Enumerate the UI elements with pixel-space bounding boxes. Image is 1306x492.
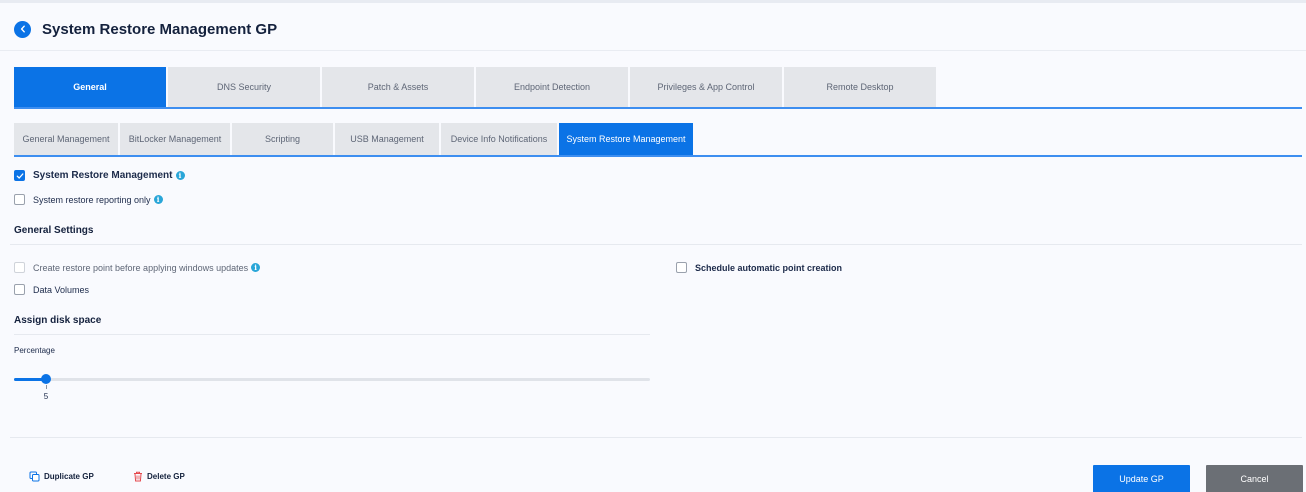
data-volumes-label: Data Volumes <box>33 284 90 295</box>
schedule-automatic-row: Schedule automatic point creation <box>676 262 842 273</box>
header-divider <box>0 50 1306 51</box>
subtab-scripting[interactable]: Scripting <box>232 123 333 155</box>
percentage-label: Percentage <box>14 346 55 355</box>
tab-endpoint-detection[interactable]: Endpoint Detection <box>476 67 628 107</box>
subtab-general-management[interactable]: General Management <box>14 123 118 155</box>
subtab-usb-management[interactable]: USB Management <box>335 123 439 155</box>
create-restore-point-checkbox[interactable] <box>14 262 25 273</box>
main-tabs: General DNS Security Patch & Assets Endp… <box>14 67 938 107</box>
page-header: System Restore Management GP <box>14 17 277 41</box>
page: System Restore Management GP General DNS… <box>0 0 1306 492</box>
footer-divider <box>10 437 1302 438</box>
system-restore-management-row: System Restore Management i <box>14 170 185 181</box>
create-restore-point-row: Create restore point before applying win… <box>14 262 261 273</box>
sub-tabs: General Management BitLocker Management … <box>14 123 695 155</box>
tab-privileges-app-control[interactable]: Privileges & App Control <box>630 67 782 107</box>
main-tabs-underline <box>14 107 1302 109</box>
check-icon <box>16 172 23 179</box>
tab-remote-desktop[interactable]: Remote Desktop <box>784 67 936 107</box>
chevron-left-icon <box>20 25 25 33</box>
reporting-only-row: System restore reporting only i <box>14 194 163 205</box>
tab-dns-security[interactable]: DNS Security <box>168 67 320 107</box>
slider-tick <box>46 385 47 389</box>
update-gp-button[interactable]: Update GP <box>1093 465 1190 492</box>
duplicate-gp-label: Duplicate GP <box>44 472 94 481</box>
page-title: System Restore Management GP <box>42 20 278 38</box>
general-settings-divider <box>10 244 1302 245</box>
data-volumes-checkbox[interactable] <box>14 284 25 295</box>
info-icon[interactable]: i <box>175 171 185 180</box>
subtab-bitlocker-management[interactable]: BitLocker Management <box>120 123 230 155</box>
disk-space-divider <box>14 334 650 335</box>
slider-thumb[interactable] <box>41 374 51 384</box>
back-button[interactable] <box>14 20 31 38</box>
info-icon[interactable]: i <box>153 195 163 204</box>
tab-general[interactable]: General <box>14 67 166 107</box>
cancel-button[interactable]: Cancel <box>1206 465 1303 492</box>
delete-gp-button[interactable]: Delete GP <box>133 471 185 482</box>
duplicate-gp-button[interactable]: Duplicate GP <box>29 471 94 482</box>
schedule-automatic-label: Schedule automatic point creation <box>695 262 843 273</box>
subtab-device-info-notifications[interactable]: Device Info Notifications <box>441 123 557 155</box>
general-settings-title: General Settings <box>14 225 94 236</box>
schedule-automatic-checkbox[interactable] <box>676 262 687 273</box>
reporting-only-checkbox[interactable] <box>14 194 25 205</box>
disk-space-slider[interactable]: 5 <box>14 374 650 401</box>
create-restore-point-label: Create restore point before applying win… <box>33 262 249 273</box>
system-restore-management-checkbox[interactable] <box>14 170 25 181</box>
reporting-only-label: System restore reporting only <box>33 194 151 205</box>
delete-gp-label: Delete GP <box>147 472 185 481</box>
assign-disk-space-title: Assign disk space <box>14 315 102 326</box>
slider-value: 5 <box>43 392 49 401</box>
subtab-system-restore-management[interactable]: System Restore Management <box>559 123 693 155</box>
sub-tabs-underline <box>14 155 1302 157</box>
tab-patch-assets[interactable]: Patch & Assets <box>322 67 474 107</box>
trash-icon <box>134 471 142 482</box>
system-restore-management-label: System Restore Management <box>33 170 173 181</box>
data-volumes-row: Data Volumes <box>14 284 89 295</box>
copy-icon <box>29 471 40 482</box>
info-icon[interactable]: i <box>251 263 261 272</box>
